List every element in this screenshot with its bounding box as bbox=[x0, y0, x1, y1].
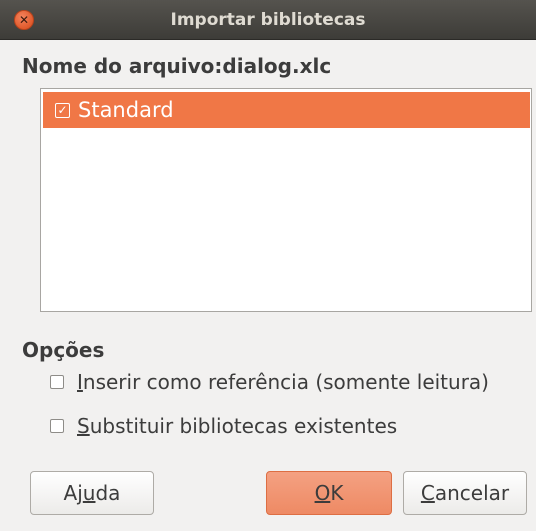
list-item-standard[interactable]: ✓ Standard bbox=[43, 92, 530, 128]
insert-as-reference-label: Inserir como referência (somente leitura… bbox=[77, 370, 489, 394]
replace-existing-checkbox[interactable] bbox=[50, 419, 64, 433]
insert-as-reference-option[interactable]: Inserir como referência (somente leitura… bbox=[50, 370, 489, 394]
replace-existing-label: Substituir bibliotecas existentes bbox=[77, 414, 398, 438]
help-button[interactable]: Ajuda bbox=[30, 471, 154, 515]
library-list[interactable]: ✓ Standard bbox=[40, 88, 532, 312]
ok-button[interactable]: OK bbox=[266, 471, 392, 515]
cancel-button-label: Cancelar bbox=[420, 481, 510, 505]
title-bar: ✕ Importar bibliotecas bbox=[0, 0, 536, 40]
options-heading: Opções bbox=[22, 338, 105, 362]
replace-existing-option[interactable]: Substituir bibliotecas existentes bbox=[50, 414, 397, 438]
insert-as-reference-checkbox[interactable] bbox=[50, 375, 64, 389]
checkbox-checked-icon[interactable]: ✓ bbox=[55, 102, 70, 118]
cancel-button[interactable]: Cancelar bbox=[403, 471, 527, 515]
help-button-label: Ajuda bbox=[63, 481, 121, 505]
ok-button-label: OK bbox=[314, 481, 344, 505]
file-name-label: Nome do arquivo:dialog.xlc bbox=[22, 54, 332, 78]
list-item-label: Standard bbox=[78, 98, 174, 122]
window-title: Importar bibliotecas bbox=[170, 10, 366, 30]
